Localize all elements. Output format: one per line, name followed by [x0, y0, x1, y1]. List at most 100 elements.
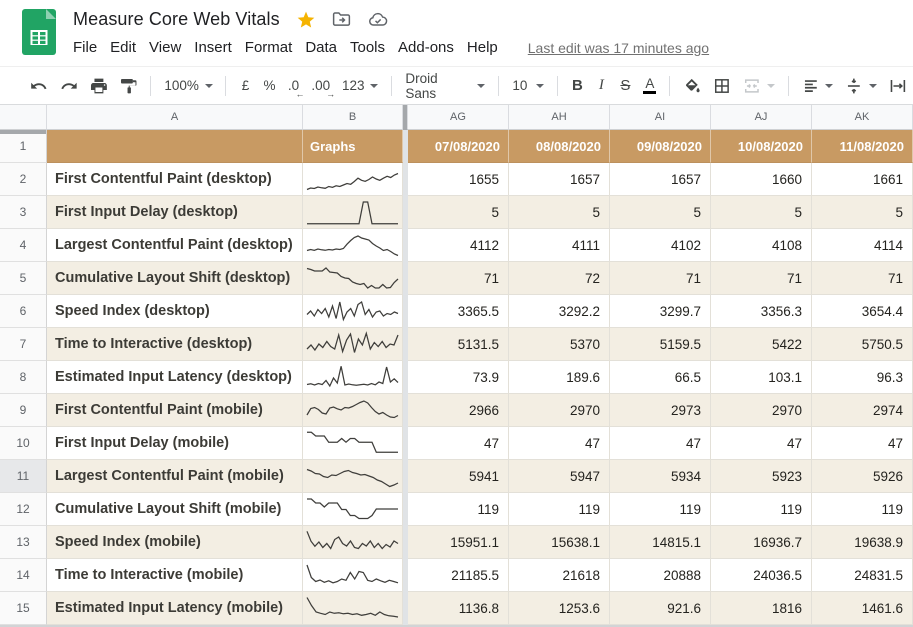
cell-AI15[interactable]: 921.6	[610, 592, 711, 625]
cell-AI5[interactable]: 71	[610, 262, 711, 295]
sparkline-cell-6[interactable]	[303, 295, 403, 328]
merge-cells-button[interactable]	[737, 73, 781, 99]
cell-AG15[interactable]: 1136.8	[408, 592, 509, 625]
cell-AK8[interactable]: 96.3	[812, 361, 913, 394]
cell-AK11[interactable]: 5926	[812, 460, 913, 493]
cell-AH10[interactable]: 47	[509, 427, 610, 460]
row-header-3[interactable]: 3	[0, 196, 47, 229]
cell-AK7[interactable]: 5750.5	[812, 328, 913, 361]
bold-button[interactable]: B	[565, 73, 589, 99]
strikethrough-button[interactable]: S	[613, 73, 637, 99]
cell-B1-graphs-label[interactable]: Graphs	[303, 130, 403, 163]
cell-AG4[interactable]: 4112	[408, 229, 509, 262]
cell-AJ10[interactable]: 47	[711, 427, 812, 460]
cell-AG2[interactable]: 1655	[408, 163, 509, 196]
cell-AG14[interactable]: 21185.5	[408, 559, 509, 592]
row-label-cell-5[interactable]: Cumulative Layout Shift (desktop)	[47, 262, 303, 295]
cell-AI14[interactable]: 20888	[610, 559, 711, 592]
cell-AK10[interactable]: 47	[812, 427, 913, 460]
sparkline-cell-8[interactable]	[303, 361, 403, 394]
increase-decimal-button[interactable]: .00→	[305, 73, 336, 99]
cell-AJ3[interactable]: 5	[711, 196, 812, 229]
cell-AI8[interactable]: 66.5	[610, 361, 711, 394]
cell-AJ4[interactable]: 4108	[711, 229, 812, 262]
text-wrap-button[interactable]	[883, 73, 913, 99]
sparkline-cell-10[interactable]	[303, 427, 403, 460]
cell-AK3[interactable]: 5	[812, 196, 913, 229]
document-title[interactable]: Measure Core Web Vitals	[73, 9, 280, 30]
column-header-B[interactable]: B	[303, 105, 403, 130]
cell-date-AI1[interactable]: 09/08/2020	[610, 130, 711, 163]
cell-AI4[interactable]: 4102	[610, 229, 711, 262]
menu-format[interactable]: Format	[245, 37, 293, 58]
cell-date-AH1[interactable]: 08/08/2020	[509, 130, 610, 163]
cell-AH3[interactable]: 5	[509, 196, 610, 229]
menu-help[interactable]: Help	[467, 37, 498, 58]
cell-AK13[interactable]: 19638.9	[812, 526, 913, 559]
cell-AH5[interactable]: 72	[509, 262, 610, 295]
cell-AJ13[interactable]: 16936.7	[711, 526, 812, 559]
paint-format-button[interactable]	[114, 73, 144, 99]
cell-AJ14[interactable]: 24036.5	[711, 559, 812, 592]
cell-AI3[interactable]: 5	[610, 196, 711, 229]
fill-color-button[interactable]	[677, 73, 707, 99]
redo-button[interactable]	[54, 73, 84, 99]
cell-AH7[interactable]: 5370	[509, 328, 610, 361]
cell-date-AK1[interactable]: 11/08/2020	[812, 130, 913, 163]
row-header-4[interactable]: 4	[0, 229, 47, 262]
sparkline-cell-5[interactable]	[303, 262, 403, 295]
menu-insert[interactable]: Insert	[194, 37, 232, 58]
borders-button[interactable]	[707, 73, 737, 99]
row-label-cell-6[interactable]: Speed Index (desktop)	[47, 295, 303, 328]
menu-data[interactable]: Data	[305, 37, 337, 58]
column-header-AK[interactable]: AK	[812, 105, 913, 130]
menu-addons[interactable]: Add-ons	[398, 37, 454, 58]
cell-AG6[interactable]: 3365.5	[408, 295, 509, 328]
cell-AK9[interactable]: 2974	[812, 394, 913, 427]
cell-AJ8[interactable]: 103.1	[711, 361, 812, 394]
sparkline-cell-9[interactable]	[303, 394, 403, 427]
cell-AH13[interactable]: 15638.1	[509, 526, 610, 559]
vertical-align-button[interactable]	[839, 73, 883, 99]
cell-AG11[interactable]: 5941	[408, 460, 509, 493]
sparkline-cell-3[interactable]	[303, 196, 403, 229]
cell-AK14[interactable]: 24831.5	[812, 559, 913, 592]
sparkline-cell-15[interactable]	[303, 592, 403, 625]
row-header-9[interactable]: 9	[0, 394, 47, 427]
cell-AI12[interactable]: 119	[610, 493, 711, 526]
row-header-2[interactable]: 2	[0, 163, 47, 196]
select-all-corner[interactable]	[0, 105, 47, 130]
cell-AI9[interactable]: 2973	[610, 394, 711, 427]
more-formats-button[interactable]: 123	[336, 73, 384, 99]
row-label-cell-15[interactable]: Estimated Input Latency (mobile)	[47, 592, 303, 625]
horizontal-align-button[interactable]	[796, 73, 840, 99]
cell-AK6[interactable]: 3654.4	[812, 295, 913, 328]
format-currency-button[interactable]: £	[233, 73, 257, 99]
undo-button[interactable]	[24, 73, 54, 99]
cell-AJ12[interactable]: 119	[711, 493, 812, 526]
sparkline-cell-12[interactable]	[303, 493, 403, 526]
cell-AJ6[interactable]: 3356.3	[711, 295, 812, 328]
menu-edit[interactable]: Edit	[110, 37, 136, 58]
cell-AH4[interactable]: 4111	[509, 229, 610, 262]
row-header-11[interactable]: 11	[0, 460, 47, 493]
cell-AK4[interactable]: 4114	[812, 229, 913, 262]
row-header-5[interactable]: 5	[0, 262, 47, 295]
cell-AG9[interactable]: 2966	[408, 394, 509, 427]
cell-AG7[interactable]: 5131.5	[408, 328, 509, 361]
row-label-cell-12[interactable]: Cumulative Layout Shift (mobile)	[47, 493, 303, 526]
format-percent-button[interactable]: %	[257, 73, 281, 99]
cell-AH15[interactable]: 1253.6	[509, 592, 610, 625]
cell-AH14[interactable]: 21618	[509, 559, 610, 592]
row-header-12[interactable]: 12	[0, 493, 47, 526]
cell-AG3[interactable]: 5	[408, 196, 509, 229]
cell-AG12[interactable]: 119	[408, 493, 509, 526]
cell-AJ15[interactable]: 1816	[711, 592, 812, 625]
cell-AK12[interactable]: 119	[812, 493, 913, 526]
cell-AH2[interactable]: 1657	[509, 163, 610, 196]
row-header-10[interactable]: 10	[0, 427, 47, 460]
sparkline-cell-7[interactable]	[303, 328, 403, 361]
cell-AI6[interactable]: 3299.7	[610, 295, 711, 328]
cell-AI7[interactable]: 5159.5	[610, 328, 711, 361]
row-header-13[interactable]: 13	[0, 526, 47, 559]
